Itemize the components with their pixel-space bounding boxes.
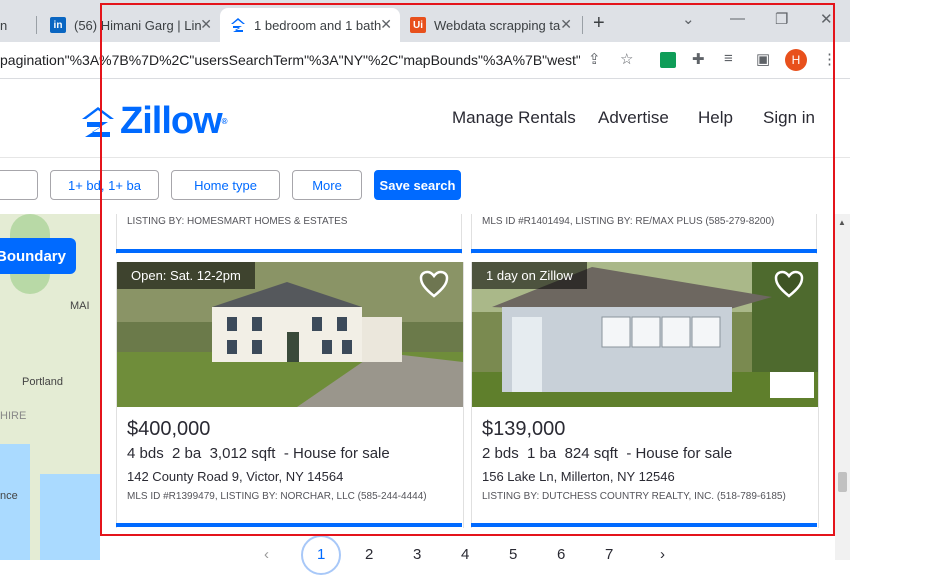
more-filter[interactable]: More <box>292 170 362 200</box>
scrollbar[interactable]: ▲ <box>835 214 850 560</box>
listing-type: - House for sale <box>283 445 390 462</box>
save-heart-icon[interactable] <box>774 270 804 303</box>
zillow-logo-icon <box>82 106 114 137</box>
pagination-page-4[interactable]: 4 <box>461 546 469 563</box>
listing-card[interactable]: 1 day on Zillow $139,000 2 bds 1 ba 824 … <box>471 262 819 528</box>
pagination-page-5[interactable]: 5 <box>509 546 517 563</box>
listing-card-partial[interactable]: LISTING BY: HOMESMART HOMES & ESTATES <box>116 214 462 254</box>
nav-manage-rentals[interactable]: Manage Rentals <box>452 108 576 128</box>
home-type-filter[interactable]: Home type <box>171 170 280 200</box>
zillow-logo[interactable]: Zillow ® <box>80 100 228 143</box>
pagination-next[interactable]: › <box>660 546 665 563</box>
listing-sqft: 3,012 sqft <box>209 445 276 462</box>
share-icon[interactable]: ⇪ <box>588 50 601 68</box>
listing-photo[interactable]: Open: Sat. 12-2pm <box>117 262 463 407</box>
pagination-page-7[interactable]: 7 <box>605 546 613 563</box>
listing-mls: MLS ID #R1399479, LISTING BY: NORCHAR, L… <box>127 491 427 502</box>
card-accent-bar <box>471 249 817 253</box>
restore-icon[interactable]: ❐ <box>775 10 788 28</box>
tab-title: 1 bedroom and 1 bath <box>254 17 382 33</box>
tab-separator <box>582 16 583 34</box>
tab-title: n <box>0 17 8 33</box>
upwork-icon: Ui <box>410 17 426 33</box>
extensions-icon[interactable]: ✚ <box>692 50 705 68</box>
pagination-page-6[interactable]: 6 <box>557 546 565 563</box>
tab-linkedin[interactable]: in (56) Himani Garg | Lin ✕ <box>50 8 220 42</box>
listing-address[interactable]: 142 County Road 9, Victor, NY 14564 <box>127 469 343 484</box>
map-label: Portland <box>22 376 63 388</box>
listing-beds: 2 bds <box>482 445 519 462</box>
close-icon[interactable]: ✕ <box>380 16 392 33</box>
tab-partial[interactable]: n <box>0 8 30 42</box>
tab-search-icon[interactable]: ⌄ <box>682 10 695 28</box>
map-label: HIRE <box>0 410 27 422</box>
listing-facts: 2 bds 1 ba 824 sqft - House for sale <box>482 445 732 462</box>
search-input[interactable] <box>0 170 38 200</box>
listing-badge: Open: Sat. 12-2pm <box>117 262 255 289</box>
nav-help[interactable]: Help <box>698 108 733 128</box>
beds-baths-filter[interactable]: 1+ bd, 1+ ba <box>50 170 159 200</box>
map-water <box>40 474 100 560</box>
registered-mark: ® <box>221 117 228 126</box>
zillow-icon <box>230 17 246 33</box>
boundary-button[interactable]: Boundary <box>0 238 76 274</box>
tab-separator <box>36 16 37 34</box>
bookmark-star-icon[interactable]: ☆ <box>620 50 633 68</box>
listing-price: $139,000 <box>482 418 566 440</box>
listing-baths: 1 ba <box>527 445 557 462</box>
avatar[interactable]: H <box>785 49 807 71</box>
sheets-extension-icon[interactable] <box>660 52 676 68</box>
tab-title: Webdata scrapping ta <box>434 17 561 33</box>
minimize-icon[interactable]: — <box>730 10 745 27</box>
listing-type: - House for sale <box>626 445 733 462</box>
tab-zillow[interactable]: 1 bedroom and 1 bath ✕ <box>220 8 400 42</box>
tab-title: (56) Himani Garg | Lin <box>74 17 202 33</box>
close-icon[interactable]: ✕ <box>200 16 212 33</box>
scrollbar-thumb[interactable] <box>838 472 847 492</box>
listing-meta: LISTING BY: HOMESMART HOMES & ESTATES <box>127 216 348 227</box>
tab-upwork[interactable]: Ui Webdata scrapping ta ✕ <box>410 8 580 42</box>
nav-sign-in[interactable]: Sign in <box>763 108 815 128</box>
blank-area <box>850 0 933 560</box>
browser-tab-bar: n in (56) Himani Garg | Lin ✕ 1 bedroom … <box>0 0 850 42</box>
logo-text: Zillow <box>120 100 223 142</box>
listing-baths: 2 ba <box>172 445 202 462</box>
pagination-page-1[interactable]: 1 <box>317 546 325 563</box>
pagination-page-2[interactable]: 2 <box>365 546 373 563</box>
listing-card-partial[interactable]: MLS ID #R1401494, LISTING BY: RE/MAX PLU… <box>471 214 817 254</box>
url-field[interactable]: pagination"%3A%7B%7D%2C"usersSearchTerm"… <box>0 52 580 68</box>
listing-photo[interactable]: 1 day on Zillow <box>472 262 818 407</box>
save-heart-icon[interactable] <box>419 270 449 303</box>
linkedin-icon: in <box>50 17 66 33</box>
listing-beds: 4 bds <box>127 445 164 462</box>
save-search-button[interactable]: Save search <box>374 170 461 200</box>
map-label: MAI <box>70 300 90 312</box>
new-tab-button[interactable]: + <box>593 12 605 35</box>
results-list: LISTING BY: HOMESMART HOMES & ESTATES ML… <box>100 214 835 560</box>
listing-badge: 1 day on Zillow <box>472 262 587 289</box>
listing-card[interactable]: Open: Sat. 12-2pm $400,000 4 bds 2 ba 3,… <box>116 262 464 528</box>
menu-icon[interactable]: ⋮ <box>822 50 837 68</box>
close-icon[interactable]: ✕ <box>560 16 572 33</box>
listing-meta: MLS ID #R1401494, LISTING BY: RE/MAX PLU… <box>482 216 775 227</box>
map-water <box>0 444 30 560</box>
listing-price: $400,000 <box>127 418 211 440</box>
pagination-prev[interactable]: ‹ <box>264 546 269 563</box>
card-accent-bar <box>471 523 817 527</box>
listing-sqft: 824 sqft <box>564 445 618 462</box>
media-icon[interactable]: ≡ <box>724 50 733 67</box>
listing-facts: 4 bds 2 ba 3,012 sqft - House for sale <box>127 445 390 462</box>
address-bar: pagination"%3A%7B%7D%2C"usersSearchTerm"… <box>0 42 850 79</box>
listing-mls: LISTING BY: DUTCHESS COUNTRY REALTY, INC… <box>482 491 786 502</box>
side-panel-icon[interactable]: ▣ <box>756 50 770 68</box>
listing-address[interactable]: 156 Lake Ln, Millerton, NY 12546 <box>482 469 675 484</box>
pagination-page-3[interactable]: 3 <box>413 546 421 563</box>
close-window-icon[interactable]: ✕ <box>820 10 833 28</box>
nav-advertise[interactable]: Advertise <box>598 108 669 128</box>
map-label: nce <box>0 490 18 502</box>
card-accent-bar <box>116 249 462 253</box>
scroll-up-arrow-icon[interactable]: ▲ <box>838 218 846 227</box>
card-accent-bar <box>116 523 462 527</box>
